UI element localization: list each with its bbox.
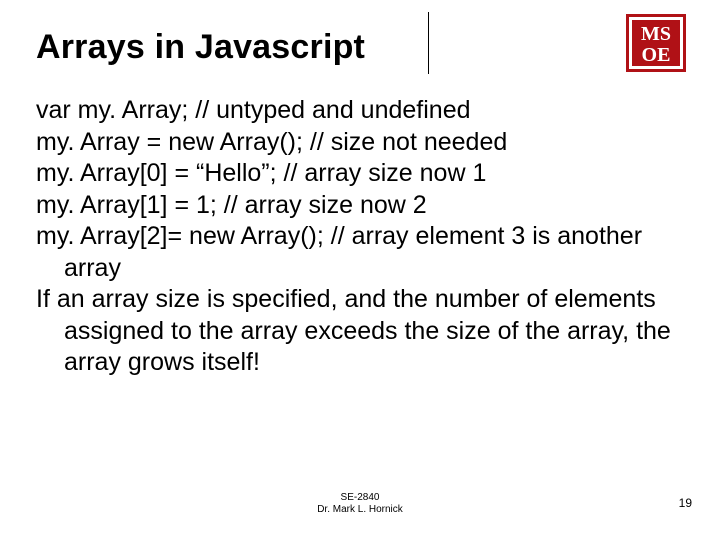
slide-body: var my. Array; // untyped and undefined … — [36, 95, 684, 379]
code-line: my. Array[2]= new Array(); // array elem… — [36, 221, 684, 284]
logo-top-text: MS — [641, 23, 671, 45]
msoe-logo: MS OE — [626, 14, 686, 72]
page-number: 19 — [679, 496, 692, 510]
footer-course: SE-2840 — [0, 492, 720, 504]
body-paragraph: If an array size is specified, and the n… — [36, 284, 684, 379]
slide: MS OE Arrays in Javascript var my. Array… — [0, 0, 720, 540]
code-line: my. Array[0] = “Hello”; // array size no… — [36, 158, 684, 190]
title-divider — [428, 12, 429, 74]
slide-footer: SE-2840 Dr. Mark L. Hornick — [0, 492, 720, 516]
code-line: var my. Array; // untyped and undefined — [36, 95, 684, 127]
code-line: my. Array = new Array(); // size not nee… — [36, 127, 684, 159]
code-line: my. Array[1] = 1; // array size now 2 — [36, 190, 684, 222]
slide-title: Arrays in Javascript — [36, 28, 684, 67]
footer-author: Dr. Mark L. Hornick — [0, 504, 720, 516]
logo-bottom-text: OE — [642, 44, 671, 66]
